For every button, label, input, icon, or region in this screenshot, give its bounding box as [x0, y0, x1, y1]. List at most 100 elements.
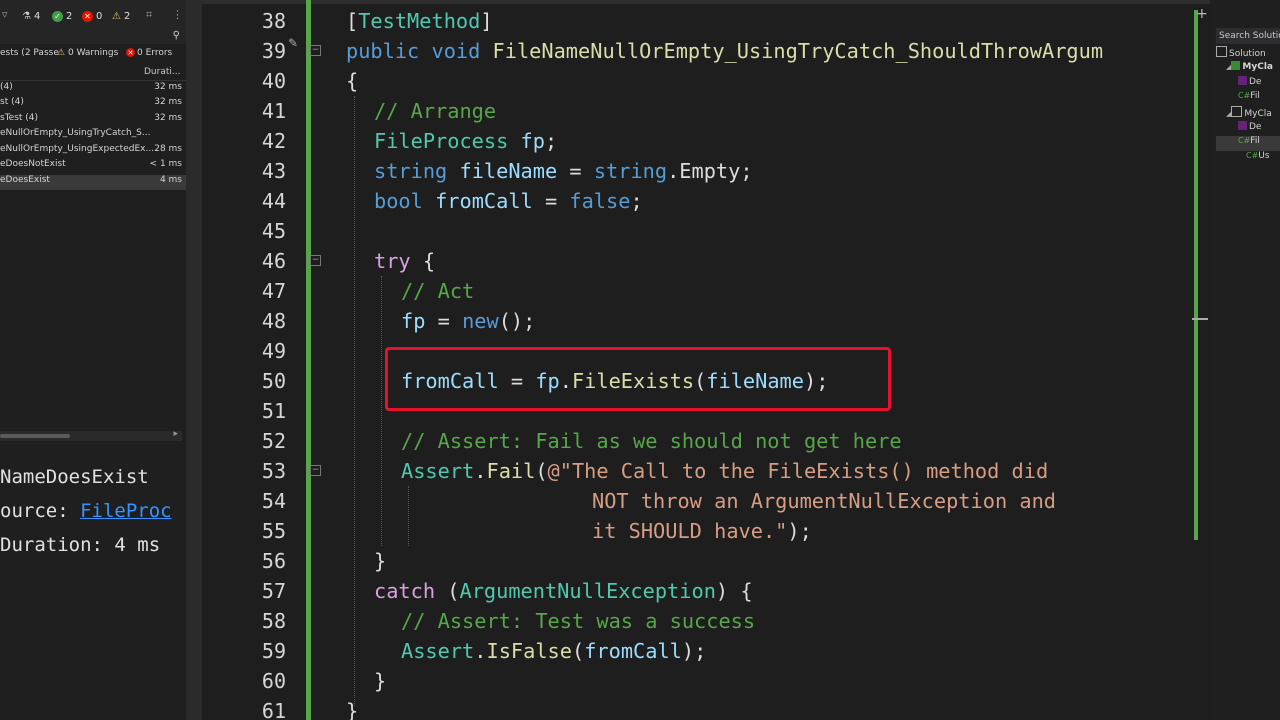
collapse-icon[interactable]: −: [310, 45, 321, 56]
code-line-53[interactable]: Assert.Fail(@"The Call to the FileExists…: [401, 456, 1048, 486]
line-number: 61: [261, 699, 286, 720]
solution-tree-item[interactable]: ◢ MyCla: [1216, 106, 1280, 121]
collapse-icon[interactable]: −: [310, 465, 321, 476]
solution-search-input[interactable]: Search Solution: [1216, 28, 1280, 44]
code-editor[interactable]: 38 39 40 41 42 43 44 45 46 47 48 49 50 51 52 53 54 55 56 57…: [202, 0, 1210, 720]
run-icon[interactable]: ▿: [2, 8, 8, 21]
error-icon: ✕: [126, 48, 135, 57]
solution-tree-item[interactable]: C#Fil: [1216, 91, 1280, 106]
test-detail-source: ource: FileProc: [0, 500, 172, 522]
csharp-file-icon: C#: [1238, 91, 1251, 100]
line-number: 57: [261, 579, 286, 603]
test-row[interactable]: eNullOrEmpty_UsingTryCatch_S...: [0, 128, 186, 143]
line-number: 56: [261, 549, 286, 573]
warning-icon: ⚠: [57, 48, 66, 58]
test-row-selected[interactable]: eDoesExist 4 ms: [0, 175, 186, 190]
line-number: 59: [261, 639, 286, 663]
code-line-60[interactable]: }: [374, 666, 386, 696]
editor-tab-strip: [202, 0, 1210, 4]
flask-icon: ⚗: [22, 10, 31, 22]
source-link[interactable]: FileProc: [80, 500, 172, 522]
test-search-bar[interactable]: ⚲: [0, 30, 186, 44]
failed-tests-badge[interactable]: ✕ 0: [82, 9, 102, 23]
line-number: 42: [261, 129, 286, 153]
code-line-44[interactable]: bool fromCall = false;: [374, 186, 643, 216]
highlight-annotation-box: [385, 347, 891, 411]
solution-icon: [1216, 46, 1227, 57]
line-number: 49: [261, 339, 286, 363]
code-line-61[interactable]: }: [346, 696, 358, 720]
more-icon[interactable]: ⋮: [172, 8, 183, 21]
check-icon: ✓: [52, 10, 63, 22]
collapse-icon[interactable]: −: [310, 255, 321, 266]
code-line-52[interactable]: // Assert: Fail as we should not get her…: [401, 426, 902, 456]
line-number: 58: [261, 609, 286, 633]
warning-tests-badge[interactable]: ⚠ 2: [112, 9, 130, 23]
code-line-43[interactable]: string fileName = string.Empty;: [374, 156, 753, 186]
line-number: 51: [261, 399, 286, 423]
code-line-41[interactable]: // Arrange: [374, 96, 496, 126]
line-number: 55: [261, 519, 286, 543]
warning-icon: ⚠: [112, 10, 121, 22]
test-list-header: Durati...: [0, 64, 186, 81]
scrollbar-change-marker: [1194, 10, 1198, 540]
horizontal-scrollbar[interactable]: ▸: [0, 429, 182, 441]
dependencies-icon: [1238, 76, 1247, 85]
code-line-42[interactable]: FileProcess fp;: [374, 126, 557, 156]
code-line-46[interactable]: try {: [374, 246, 435, 276]
line-number: 39: [261, 39, 286, 63]
test-detail-duration: Duration: 4 ms: [0, 534, 161, 556]
test-run-summary: ests (2 Passe ⚠ 0 Warnings ✕ 0 Errors: [0, 48, 173, 58]
line-number: 46: [261, 249, 286, 273]
line-number: 60: [261, 669, 286, 693]
project-icon: [1231, 106, 1243, 117]
search-icon[interactable]: ⚲: [173, 30, 180, 41]
csharp-file-icon: C#: [1238, 136, 1251, 145]
test-explorer-panel: ▿ ⚗ 4 ✓ 2 ✕ 0 ⚠ 2 ⌗ ⋮ ⚲ ests (2 Passe ⚠ …: [0, 0, 186, 720]
total-tests-badge[interactable]: ⚗ 4: [22, 9, 40, 23]
test-row[interactable]: (4) 32 ms: [0, 82, 186, 97]
hierarchy-icon[interactable]: ⌗: [146, 8, 152, 22]
lightbulb-icon[interactable]: ✎: [288, 36, 298, 50]
code-line-59[interactable]: Assert.IsFalse(fromCall);: [401, 636, 706, 666]
test-explorer-toolbar: ▿ ⚗ 4 ✓ 2 ✕ 0 ⚠ 2 ⌗ ⋮: [0, 0, 186, 30]
split-editor-icon[interactable]: +: [1196, 6, 1208, 22]
line-number: 44: [261, 189, 286, 213]
test-row[interactable]: eDoesNotExist < 1 ms: [0, 159, 186, 174]
code-line-54[interactable]: NOT throw an ArgumentNullException and: [592, 486, 1056, 516]
line-number: 43: [261, 159, 286, 183]
line-number: 50: [261, 369, 286, 393]
test-row[interactable]: eNullOrEmpty_UsingExpectedEx... 28 ms: [0, 144, 186, 159]
code-line-58[interactable]: // Assert: Test was a success: [401, 606, 755, 636]
solution-tree-item[interactable]: De: [1216, 121, 1280, 136]
passed-tests-badge[interactable]: ✓ 2: [52, 9, 72, 23]
line-number: 45: [261, 219, 286, 243]
dependencies-icon: [1238, 121, 1247, 130]
solution-tree-item[interactable]: ◢ MyCla: [1216, 61, 1280, 76]
test-row[interactable]: sTest (4) 32 ms: [0, 113, 186, 128]
code-line-57[interactable]: catch (ArgumentNullException) {: [374, 576, 753, 606]
code-line-38[interactable]: [TestMethod]: [346, 6, 493, 36]
scrollbar-position-marker: [1192, 318, 1208, 320]
code-line-55[interactable]: it SHOULD have.");: [592, 516, 812, 546]
code-line-56[interactable]: }: [374, 546, 386, 576]
scrollbar-thumb[interactable]: [0, 434, 70, 438]
code-line-40[interactable]: {: [346, 66, 358, 96]
solution-tree-item[interactable]: Solution: [1216, 46, 1280, 61]
test-row[interactable]: st (4) 32 ms: [0, 97, 186, 112]
code-line-47[interactable]: // Act: [401, 276, 474, 306]
code-line-48[interactable]: fp = new();: [401, 306, 535, 336]
line-number: 48: [261, 309, 286, 333]
error-icon: ✕: [82, 10, 93, 22]
test-detail-name: NameDoesExist: [0, 466, 149, 488]
line-number: 41: [261, 99, 286, 123]
code-line-39[interactable]: public void FileNameNullOrEmpty_UsingTry…: [346, 36, 1103, 66]
solution-tree-item-selected[interactable]: C#Fil: [1216, 136, 1280, 151]
chevron-right-icon[interactable]: ▸: [173, 429, 178, 439]
line-number: 40: [261, 69, 286, 93]
indent-guide: [354, 96, 355, 706]
solution-tree-item[interactable]: De: [1216, 76, 1280, 91]
panel-splitter[interactable]: [186, 0, 202, 720]
project-icon: [1231, 61, 1241, 70]
solution-tree-item[interactable]: C#Us: [1216, 151, 1280, 166]
